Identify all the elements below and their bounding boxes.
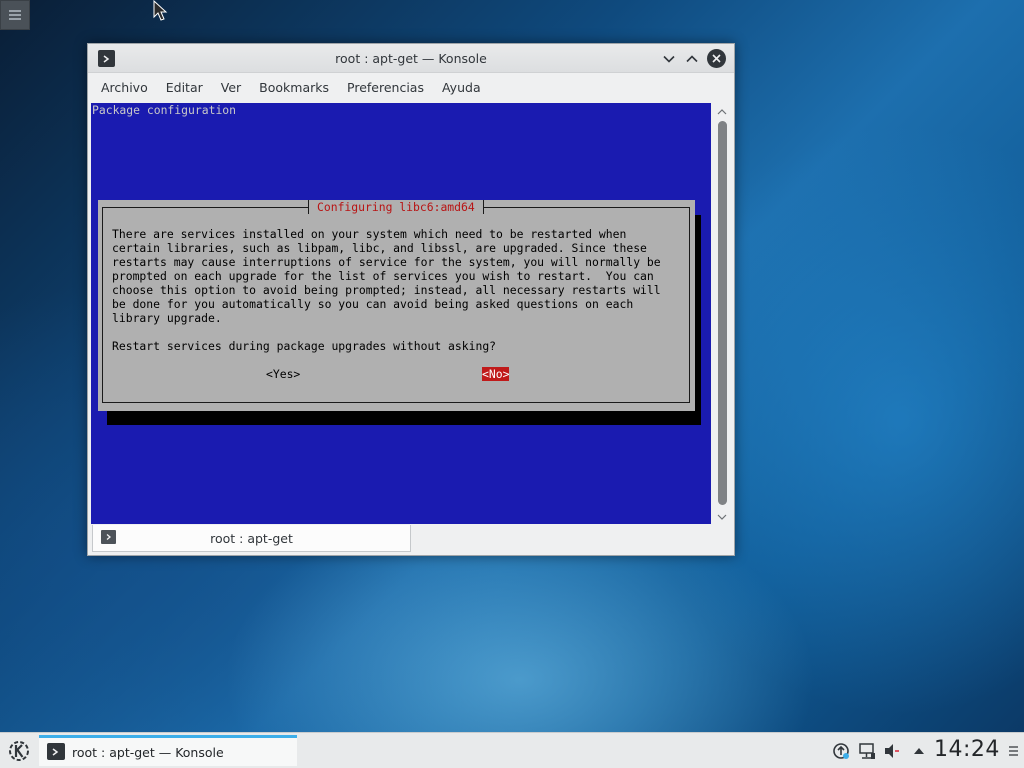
scroll-down-button[interactable] [714, 510, 730, 524]
updates-icon[interactable] [832, 742, 850, 760]
window-title: root : apt-get — Konsole [335, 50, 487, 66]
chevron-up-icon [685, 54, 698, 62]
application-launcher-button[interactable] [4, 736, 34, 766]
session-tab-label: root : apt-get [210, 530, 293, 546]
volume-muted-icon[interactable] [883, 742, 901, 760]
chevron-down-icon [717, 514, 727, 520]
menu-archivo[interactable]: Archivo [92, 73, 157, 102]
menu-ver[interactable]: Ver [212, 73, 250, 102]
task-konsole[interactable]: root : apt-get — Konsole [39, 735, 297, 766]
no-button[interactable]: <No> [482, 367, 510, 381]
menu-bar: Archivo Editar Ver Bookmarks Preferencia… [88, 73, 734, 102]
scroll-thumb[interactable] [718, 121, 727, 505]
mouse-cursor-icon [153, 0, 168, 21]
dialog-message: There are services installed on your sys… [112, 227, 661, 325]
chevron-down-icon [662, 55, 675, 63]
window-titlebar[interactable]: root : apt-get — Konsole [88, 44, 734, 73]
session-tab-bar: root : apt-get [88, 525, 734, 555]
network-icon[interactable] [858, 742, 876, 760]
menu-bookmarks[interactable]: Bookmarks [250, 73, 338, 102]
expand-tray-icon[interactable] [910, 742, 928, 760]
taskbar-panel: root : apt-get — Konsole 14:24 [0, 732, 1024, 768]
kde-logo-icon [9, 741, 29, 761]
terminal-header-text: Package configuration [92, 103, 237, 117]
dialog-title: Configuring libc6:amd64 [308, 200, 484, 214]
hamburger-icon [9, 10, 21, 20]
minimize-button[interactable] [659, 49, 678, 68]
terminal-icon[interactable] [98, 50, 115, 67]
menu-preferencias[interactable]: Preferencias [338, 73, 433, 102]
terminal-icon [47, 743, 65, 760]
close-icon [712, 54, 721, 63]
menu-editar[interactable]: Editar [157, 73, 212, 102]
close-button[interactable] [707, 49, 726, 68]
menu-ayuda[interactable]: Ayuda [433, 73, 490, 102]
konsole-window: root : apt-get — Konsole Archivo Editar … [87, 43, 735, 556]
session-tab[interactable]: root : apt-get [92, 525, 411, 552]
dialog-question: Restart services during package upgrades… [112, 339, 497, 353]
task-label: root : apt-get — Konsole [72, 745, 224, 760]
scroll-track[interactable] [718, 121, 727, 505]
debconf-dialog: Configuring libc6:amd64 There are servic… [98, 200, 695, 411]
chevron-up-icon [717, 109, 727, 115]
scroll-up-button[interactable] [714, 105, 730, 119]
desktop-toolbox-button[interactable] [0, 0, 30, 30]
maximize-button[interactable] [682, 49, 701, 68]
panel-settings-icon[interactable] [1006, 744, 1020, 758]
yes-button[interactable]: <Yes> [266, 367, 300, 381]
terminal-view[interactable]: Package configuration Configuring libc6:… [91, 103, 711, 524]
terminal-scrollbar[interactable] [714, 103, 730, 524]
digital-clock[interactable]: 14:24 [934, 737, 1000, 762]
